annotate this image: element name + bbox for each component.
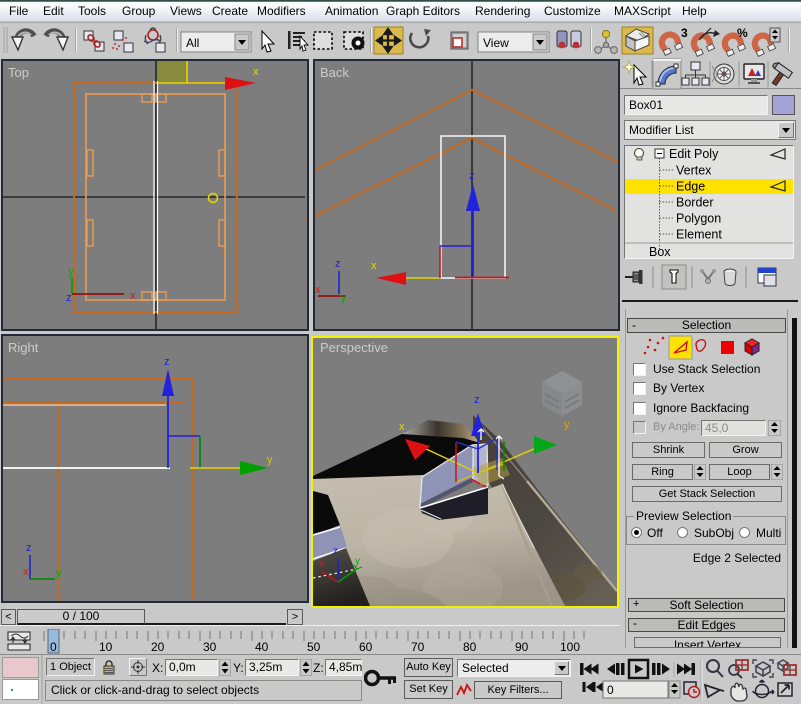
- svg-text:All: All: [186, 36, 199, 50]
- svg-text:z: z: [164, 356, 170, 368]
- svg-text:x: x: [319, 559, 324, 570]
- svg-text:Back: Back: [320, 65, 349, 80]
- svg-text:50: 50: [307, 640, 321, 654]
- svg-text:y: y: [267, 454, 273, 466]
- svg-text:90: 90: [515, 640, 529, 654]
- svg-text:Perspective: Perspective: [320, 340, 388, 355]
- svg-text:60: 60: [359, 640, 373, 654]
- svg-text:y: y: [341, 292, 347, 304]
- svg-text:Right: Right: [8, 340, 39, 355]
- svg-text:0: 0: [50, 640, 57, 654]
- svg-text:100: 100: [560, 640, 580, 654]
- svg-text:x: x: [399, 421, 405, 433]
- svg-text:z: z: [474, 394, 480, 406]
- svg-text:y: y: [355, 556, 360, 567]
- svg-text:30: 30: [203, 640, 217, 654]
- svg-text:%: %: [737, 26, 748, 40]
- svg-text:Edge: Edge: [676, 180, 705, 194]
- svg-text:Top: Top: [8, 65, 29, 80]
- svg-text:x: x: [253, 66, 259, 78]
- svg-text:3: 3: [681, 26, 688, 40]
- svg-text:40: 40: [255, 640, 269, 654]
- svg-text:y: y: [68, 266, 74, 278]
- svg-text:y: y: [564, 419, 570, 431]
- svg-text:Border: Border: [676, 196, 714, 210]
- svg-text:10: 10: [99, 640, 113, 654]
- svg-text:y: y: [56, 567, 62, 579]
- svg-text:Box: Box: [649, 245, 671, 258]
- svg-text:z: z: [335, 258, 341, 270]
- svg-text:Element: Element: [676, 228, 722, 242]
- svg-text:z: z: [333, 546, 338, 557]
- svg-text:20: 20: [151, 640, 165, 654]
- svg-text:x: x: [315, 284, 321, 296]
- svg-text:z: z: [66, 292, 72, 304]
- svg-text:0: 0: [607, 683, 614, 697]
- svg-text:View: View: [483, 36, 509, 50]
- svg-text:x: x: [130, 290, 136, 302]
- svg-text:80: 80: [463, 640, 477, 654]
- svg-text:70: 70: [411, 640, 425, 654]
- svg-text:x: x: [371, 260, 377, 272]
- svg-text:Polygon: Polygon: [676, 212, 721, 226]
- svg-text:z: z: [26, 542, 32, 554]
- svg-text:z: z: [469, 170, 475, 182]
- svg-text:x: x: [23, 566, 29, 578]
- svg-text:Vertex: Vertex: [676, 164, 712, 178]
- svg-text:Edit Poly: Edit Poly: [669, 147, 719, 161]
